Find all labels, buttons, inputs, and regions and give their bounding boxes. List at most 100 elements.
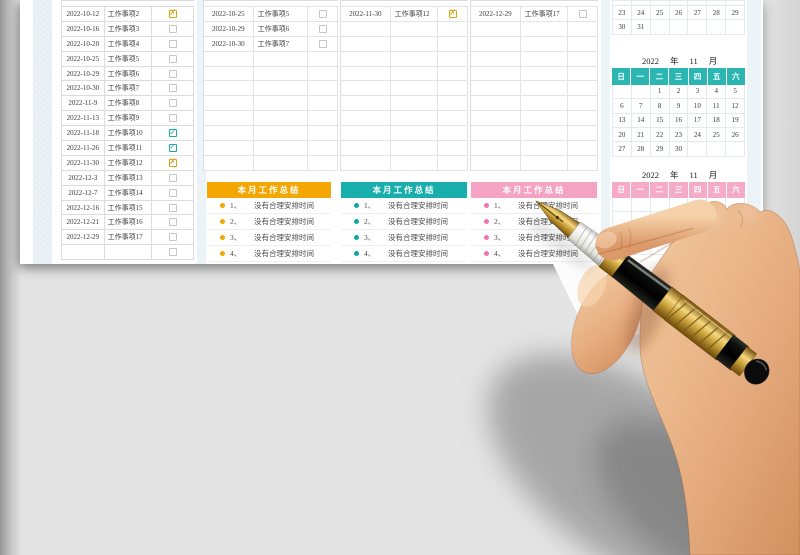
calendar-day-cell[interactable] xyxy=(688,212,708,227)
summary-item[interactable]: 2、 没有合理安排时间 xyxy=(471,214,597,230)
calendar-day-cell[interactable] xyxy=(650,197,670,213)
date-cell[interactable]: 2022-11-30 xyxy=(341,7,391,21)
calendar-day-cell[interactable] xyxy=(688,20,708,35)
calendar-day-cell[interactable] xyxy=(726,197,745,213)
checkbox-icon[interactable] xyxy=(448,9,457,18)
checkbox-cell[interactable] xyxy=(152,66,194,81)
checkbox-cell[interactable] xyxy=(152,36,194,51)
work-item-cell[interactable]: 工作事项6 xyxy=(254,21,309,36)
calendar-day-cell[interactable] xyxy=(726,240,745,256)
calendar-day-cell[interactable] xyxy=(631,84,651,100)
work-item-cell[interactable] xyxy=(521,126,569,141)
calendar-day-cell[interactable]: 13 xyxy=(613,113,632,128)
summary-header[interactable]: 本月工作总结 xyxy=(471,182,597,198)
work-item-cell[interactable] xyxy=(391,51,439,66)
checkbox-icon[interactable] xyxy=(168,24,177,33)
work-item-cell[interactable]: 工作事项2 xyxy=(105,7,153,21)
calendar-day-cell[interactable]: 8 xyxy=(650,99,670,114)
summary-item[interactable]: 3、 没有合理安排时间 xyxy=(471,230,597,246)
checkbox-cell[interactable] xyxy=(152,245,194,260)
work-item-cell[interactable] xyxy=(105,245,153,260)
calendar-day-cell[interactable] xyxy=(707,197,727,213)
calendar-day-cell[interactable] xyxy=(669,20,689,35)
date-cell[interactable] xyxy=(471,66,521,81)
calendar-day-cell[interactable]: 23 xyxy=(613,6,632,21)
calendar-day-cell[interactable] xyxy=(669,226,689,241)
calendar-day-cell[interactable] xyxy=(631,226,651,241)
date-cell[interactable] xyxy=(204,81,254,96)
checkbox-cell[interactable] xyxy=(568,81,598,96)
checkbox-cell[interactable] xyxy=(152,111,194,126)
summary-item[interactable]: 4、 没有合理安排时间 xyxy=(341,246,467,262)
checkbox-cell[interactable] xyxy=(308,7,338,21)
work-item-cell[interactable] xyxy=(391,66,439,81)
summary-header[interactable]: 本月工作总结 xyxy=(341,182,467,198)
calendar-day-cell[interactable] xyxy=(669,240,689,256)
work-item-cell[interactable] xyxy=(521,66,569,81)
calendar-day-cell[interactable] xyxy=(707,142,727,157)
work-item-cell[interactable] xyxy=(521,141,569,155)
checkbox-icon[interactable] xyxy=(168,114,177,123)
checkbox-cell[interactable] xyxy=(152,155,194,170)
checkbox-icon[interactable] xyxy=(168,39,177,48)
checkbox-cell[interactable] xyxy=(568,141,598,155)
work-item-cell[interactable] xyxy=(254,126,309,141)
date-cell[interactable] xyxy=(341,111,391,126)
work-item-cell[interactable] xyxy=(254,96,309,111)
date-cell[interactable] xyxy=(62,245,105,260)
date-cell[interactable]: 2022-10-25 xyxy=(204,7,254,21)
calendar-day-cell[interactable] xyxy=(726,212,745,227)
calendar-day-cell[interactable]: 24 xyxy=(631,6,651,21)
work-item-cell[interactable] xyxy=(391,21,439,36)
calendar-day-cell[interactable] xyxy=(613,212,632,227)
date-cell[interactable]: 2022-10-29 xyxy=(62,66,105,81)
summary-item[interactable]: 1、 没有合理安排时间 xyxy=(207,198,331,214)
date-cell[interactable] xyxy=(471,36,521,51)
work-item-cell[interactable]: 工作事项9 xyxy=(105,111,153,126)
date-cell[interactable] xyxy=(204,141,254,155)
work-item-cell[interactable] xyxy=(521,96,569,111)
date-cell[interactable] xyxy=(471,21,521,36)
calendar-day-cell[interactable]: 15 xyxy=(650,113,670,128)
checkbox-icon[interactable] xyxy=(168,158,177,167)
work-item-cell[interactable] xyxy=(254,51,309,66)
calendar-day-cell[interactable] xyxy=(688,240,708,256)
date-cell[interactable] xyxy=(204,126,254,141)
work-item-cell[interactable] xyxy=(391,155,439,170)
date-cell[interactable]: 2022-11-26 xyxy=(62,141,105,155)
summary-item[interactable]: 2、 没有合理安排时间 xyxy=(207,214,331,230)
summary-item[interactable]: 3、 没有合理安排时间 xyxy=(341,230,467,246)
checkbox-cell[interactable] xyxy=(152,185,194,200)
date-cell[interactable]: 2022-12-7 xyxy=(62,185,105,200)
checkbox-icon[interactable] xyxy=(578,9,587,18)
work-item-cell[interactable] xyxy=(254,111,309,126)
date-cell[interactable]: 2022-11-30 xyxy=(62,155,105,170)
calendar-day-cell[interactable]: 16 xyxy=(669,113,689,128)
date-cell[interactable]: 2022-12-16 xyxy=(62,200,105,215)
calendar-day-cell[interactable] xyxy=(650,20,670,35)
calendar-day-cell[interactable]: 21 xyxy=(631,127,651,143)
date-cell[interactable] xyxy=(204,51,254,66)
calendar-day-cell[interactable]: 25 xyxy=(707,127,727,143)
calendar-day-cell[interactable] xyxy=(726,226,745,241)
checkbox-icon[interactable] xyxy=(168,9,177,18)
checkbox-icon[interactable] xyxy=(168,84,177,93)
checkbox-cell[interactable] xyxy=(152,21,194,36)
checkbox-icon[interactable] xyxy=(168,203,177,212)
calendar-day-cell[interactable] xyxy=(650,226,670,241)
date-cell[interactable] xyxy=(471,96,521,111)
calendar-day-cell[interactable] xyxy=(650,212,670,227)
calendar-day-cell[interactable] xyxy=(688,226,708,241)
summary-item[interactable]: 4、 没有合理安排时间 xyxy=(471,246,597,262)
checkbox-cell[interactable] xyxy=(568,7,598,21)
checkbox-cell[interactable] xyxy=(308,36,338,51)
calendar-day-cell[interactable]: 7 xyxy=(631,99,651,114)
checkbox-cell[interactable] xyxy=(152,81,194,96)
calendar-day-cell[interactable] xyxy=(631,212,651,227)
calendar-day-cell[interactable]: 9 xyxy=(669,99,689,114)
date-cell[interactable]: 2022-12-3 xyxy=(62,170,105,185)
calendar-day-cell[interactable]: 10 xyxy=(688,99,708,114)
checkbox-cell[interactable] xyxy=(438,66,468,81)
work-item-cell[interactable] xyxy=(521,51,569,66)
summary-header[interactable]: 本月工作总结 xyxy=(207,182,331,198)
